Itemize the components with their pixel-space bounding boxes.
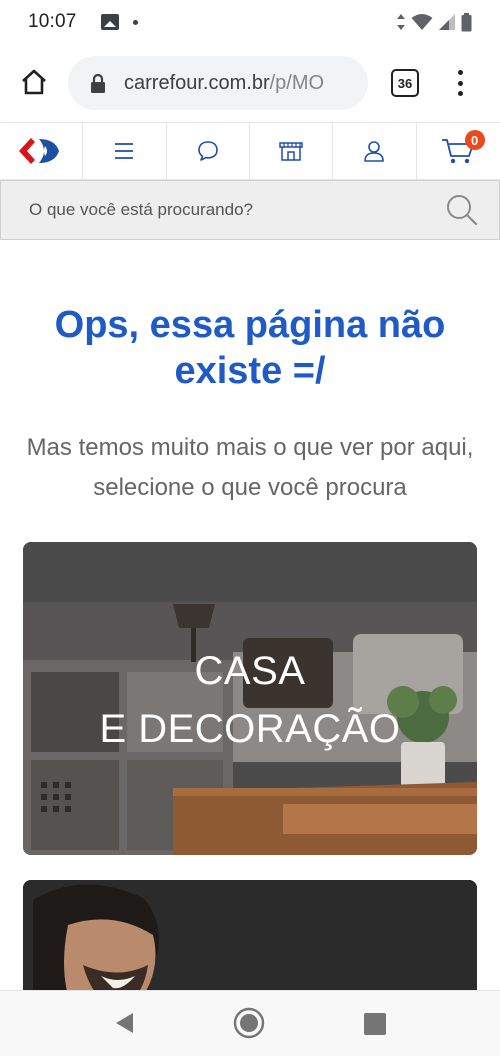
page-subtitle: Mas temos muito mais o que ver por aqui,… (26, 434, 474, 501)
browser-home-button[interactable] (18, 66, 50, 98)
category-title: CASA E DECORAÇÃO (23, 642, 477, 758)
recents-icon[interactable] (364, 1013, 386, 1035)
notification-dot-icon (132, 19, 138, 25)
screen: 10:07 carrefour.com.br/p/MO 36 0 O que v… (0, 0, 500, 1056)
category-title-line1: CASA (194, 649, 306, 693)
tab-count: 36 (397, 75, 413, 91)
chat-bubble-icon (198, 141, 218, 161)
user-icon (364, 141, 385, 162)
carrefour-logo[interactable] (0, 123, 84, 179)
battery-icon (461, 12, 472, 31)
carrefour-logo-icon (19, 138, 60, 164)
lock-icon (91, 73, 105, 93)
more-vert-dot (457, 80, 463, 86)
category-title-line2: E DECORAÇÃO (99, 707, 401, 751)
image-notification-icon (100, 14, 119, 30)
status-icons (396, 12, 472, 32)
data-arrows-icon (397, 14, 405, 30)
browser-toolbar: carrefour.com.br/p/MO 36 (0, 52, 500, 114)
status-bar: 10:07 (0, 0, 500, 44)
site-nav: 0 (0, 122, 500, 180)
system-navigation-bar (0, 990, 500, 1056)
search-placeholder: O que você está procurando? (29, 200, 253, 219)
url-domain: carrefour.com.br (124, 71, 270, 94)
home-icon (22, 69, 46, 95)
url-path: /p/MO (269, 71, 325, 94)
more-vert-dot (457, 70, 463, 75)
menu-button[interactable] (83, 123, 167, 179)
back-icon[interactable] (113, 1011, 137, 1035)
stores-button[interactable] (250, 123, 334, 179)
account-button[interactable] (333, 123, 417, 179)
search-icon[interactable] (445, 193, 479, 227)
search-input[interactable]: O que você está procurando? (0, 180, 500, 240)
tab-switcher-button[interactable]: 36 (391, 69, 419, 97)
category-card-casa-decoracao[interactable]: CASA E DECORAÇÃO (23, 542, 477, 855)
browser-menu-button[interactable] (448, 66, 472, 100)
signal-icon (439, 14, 455, 30)
page-title: Ops, essa página não existe =/ (54, 304, 446, 392)
home-button-icon[interactable] (233, 1007, 265, 1039)
clock: 10:07 (28, 11, 77, 32)
more-vert-dot (457, 91, 463, 96)
hamburger-menu-icon (115, 143, 134, 159)
cart-button[interactable]: 0 (417, 123, 500, 179)
url-text: carrefour.com.br/p/MO (124, 72, 324, 95)
wifi-icon (411, 14, 433, 30)
store-icon (279, 142, 303, 161)
chat-button[interactable] (167, 123, 250, 179)
address-bar[interactable]: carrefour.com.br/p/MO (68, 56, 368, 110)
cart-count-badge: 0 (464, 130, 485, 150)
